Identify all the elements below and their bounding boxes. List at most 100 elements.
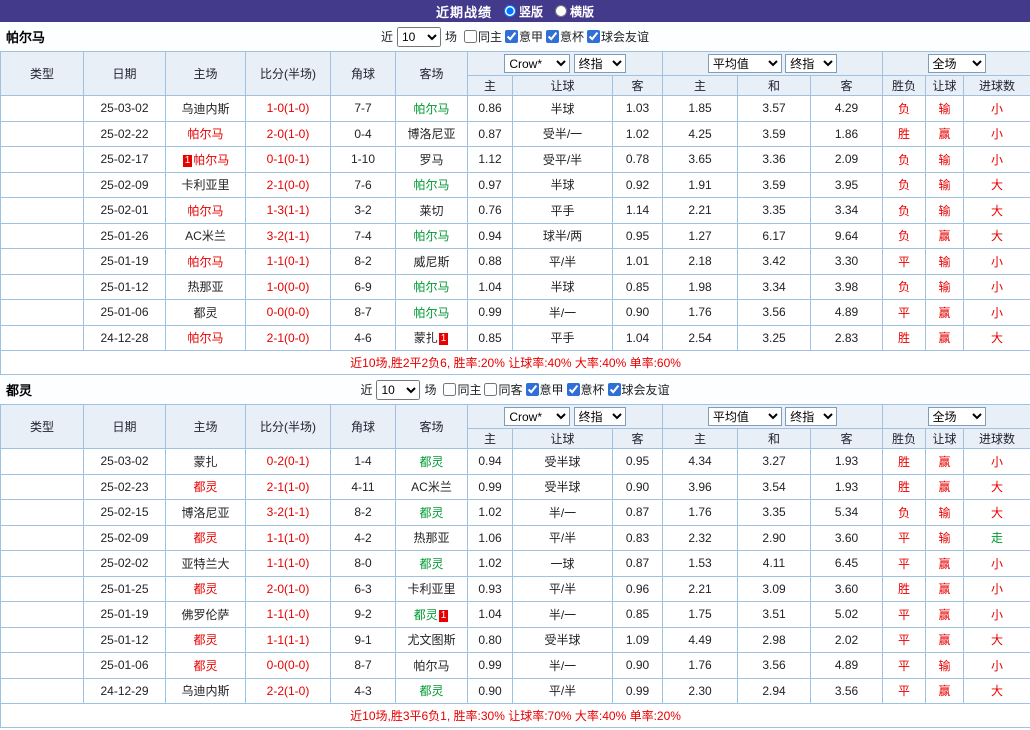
- filter-checkbox[interactable]: [443, 383, 456, 396]
- filter-option[interactable]: 意甲: [526, 381, 564, 398]
- team-name[interactable]: 威尼斯: [413, 255, 449, 269]
- team-name[interactable]: 都灵: [193, 582, 217, 596]
- filter-checkbox[interactable]: [464, 30, 477, 43]
- filter-option[interactable]: 意杯: [567, 381, 605, 398]
- team-name[interactable]: 帕尔马: [413, 102, 449, 116]
- league-cell[interactable]: 意甲: [1, 678, 84, 704]
- score-cell[interactable]: 3-2(1-1): [246, 500, 331, 526]
- filter-option[interactable]: 意甲: [505, 28, 543, 45]
- bookmaker-odds-time-select[interactable]: 终指: [574, 407, 626, 426]
- average-select[interactable]: 平均值: [708, 407, 782, 426]
- score-cell[interactable]: 1-1(1-0): [246, 602, 331, 628]
- team-name[interactable]: 博洛尼亚: [407, 127, 455, 141]
- score-cell[interactable]: 1-1(0-1): [246, 249, 331, 275]
- average-odds-time-select[interactable]: 终指: [785, 407, 837, 426]
- score-cell[interactable]: 3-2(1-1): [246, 223, 331, 249]
- vertical-layout-radio[interactable]: [504, 5, 516, 17]
- league-cell[interactable]: 意甲: [1, 602, 84, 628]
- league-cell[interactable]: 意甲: [1, 449, 84, 475]
- team-name[interactable]: 都灵: [193, 531, 217, 545]
- filter-option[interactable]: 同主: [443, 381, 481, 398]
- league-cell[interactable]: 意甲: [1, 325, 84, 351]
- filter-option[interactable]: 球会友谊: [587, 28, 649, 45]
- team-name[interactable]: 乌迪内斯: [181, 102, 229, 116]
- team-name[interactable]: 卡利亚里: [407, 582, 455, 596]
- filter-checkbox[interactable]: [505, 30, 518, 43]
- team-name[interactable]: 都灵: [419, 557, 443, 571]
- horizontal-layout-radio[interactable]: [555, 5, 567, 17]
- team-name[interactable]: 帕尔马: [413, 659, 449, 673]
- team-name[interactable]: 罗马: [419, 153, 443, 167]
- team-name[interactable]: 都灵: [419, 506, 443, 520]
- score-cell[interactable]: 0-2(0-1): [246, 449, 331, 475]
- score-cell[interactable]: 1-1(1-0): [246, 525, 331, 551]
- layout-option-horizontal[interactable]: 横版: [555, 3, 594, 20]
- league-cell[interactable]: 意甲: [1, 474, 84, 500]
- score-cell[interactable]: 1-1(1-1): [246, 627, 331, 653]
- league-cell[interactable]: 意甲: [1, 525, 84, 551]
- team-name[interactable]: 博洛尼亚: [181, 506, 229, 520]
- league-cell[interactable]: 意甲: [1, 274, 84, 300]
- team-name[interactable]: 都灵: [419, 455, 443, 469]
- score-cell[interactable]: 2-1(0-0): [246, 172, 331, 198]
- match-count-select[interactable]: 10: [397, 27, 441, 47]
- bookmaker-select[interactable]: Crow*: [504, 407, 570, 426]
- scope-select[interactable]: 全场: [928, 407, 986, 426]
- average-select[interactable]: 平均值: [708, 54, 782, 73]
- team-name[interactable]: 帕尔马: [413, 178, 449, 192]
- team-name[interactable]: 卡利亚里: [181, 178, 229, 192]
- league-cell[interactable]: 意甲: [1, 172, 84, 198]
- score-cell[interactable]: 2-0(1-0): [246, 121, 331, 147]
- team-name[interactable]: 蒙扎: [414, 331, 438, 345]
- score-cell[interactable]: 0-0(0-0): [246, 653, 331, 679]
- bookmaker-odds-time-select[interactable]: 终指: [574, 54, 626, 73]
- league-cell[interactable]: 意甲: [1, 300, 84, 326]
- filter-checkbox[interactable]: [484, 383, 497, 396]
- average-odds-time-select[interactable]: 终指: [785, 54, 837, 73]
- filter-option[interactable]: 意杯: [546, 28, 584, 45]
- score-cell[interactable]: 2-2(1-0): [246, 678, 331, 704]
- team-name[interactable]: 帕尔马: [413, 280, 449, 294]
- team-name[interactable]: 帕尔马: [413, 229, 449, 243]
- league-cell[interactable]: 意甲: [1, 121, 84, 147]
- score-cell[interactable]: 1-0(0-0): [246, 274, 331, 300]
- team-name[interactable]: 帕尔马: [413, 306, 449, 320]
- team-name[interactable]: 莱切: [419, 204, 443, 218]
- score-cell[interactable]: 1-0(1-0): [246, 96, 331, 122]
- league-cell[interactable]: 意甲: [1, 551, 84, 577]
- league-cell[interactable]: 意甲: [1, 500, 84, 526]
- team-name[interactable]: 亚特兰大: [181, 557, 229, 571]
- team-name[interactable]: AC米兰: [411, 480, 452, 494]
- league-cell[interactable]: 意甲: [1, 627, 84, 653]
- filter-checkbox[interactable]: [546, 30, 559, 43]
- filter-checkbox[interactable]: [608, 383, 621, 396]
- team-name[interactable]: 尤文图斯: [407, 633, 455, 647]
- team-name[interactable]: 都灵: [419, 684, 443, 698]
- team-name[interactable]: AC米兰: [185, 229, 226, 243]
- team-name[interactable]: 都灵: [193, 633, 217, 647]
- team-name[interactable]: 佛罗伦萨: [181, 608, 229, 622]
- team-name[interactable]: 都灵: [414, 608, 438, 622]
- team-name[interactable]: 都灵: [193, 306, 217, 320]
- league-cell[interactable]: 意甲: [1, 576, 84, 602]
- league-cell[interactable]: 意甲: [1, 96, 84, 122]
- team-name[interactable]: 帕尔马: [187, 331, 223, 345]
- league-cell[interactable]: 意甲: [1, 198, 84, 224]
- league-cell[interactable]: 意甲: [1, 223, 84, 249]
- score-cell[interactable]: 1-1(1-0): [246, 551, 331, 577]
- filter-checkbox[interactable]: [526, 383, 539, 396]
- team-name[interactable]: 蒙扎: [193, 455, 217, 469]
- team-name[interactable]: 帕尔马: [187, 127, 223, 141]
- team-name[interactable]: 帕尔马: [187, 255, 223, 269]
- filter-option[interactable]: 同客: [484, 381, 522, 398]
- league-cell[interactable]: 意甲: [1, 147, 84, 173]
- team-name[interactable]: 都灵: [193, 480, 217, 494]
- bookmaker-select[interactable]: Crow*: [504, 54, 570, 73]
- team-name[interactable]: 帕尔马: [193, 153, 229, 167]
- filter-checkbox[interactable]: [587, 30, 600, 43]
- filter-checkbox[interactable]: [567, 383, 580, 396]
- league-cell[interactable]: 意甲: [1, 249, 84, 275]
- score-cell[interactable]: 1-3(1-1): [246, 198, 331, 224]
- scope-select[interactable]: 全场: [928, 54, 986, 73]
- team-name[interactable]: 热那亚: [187, 280, 223, 294]
